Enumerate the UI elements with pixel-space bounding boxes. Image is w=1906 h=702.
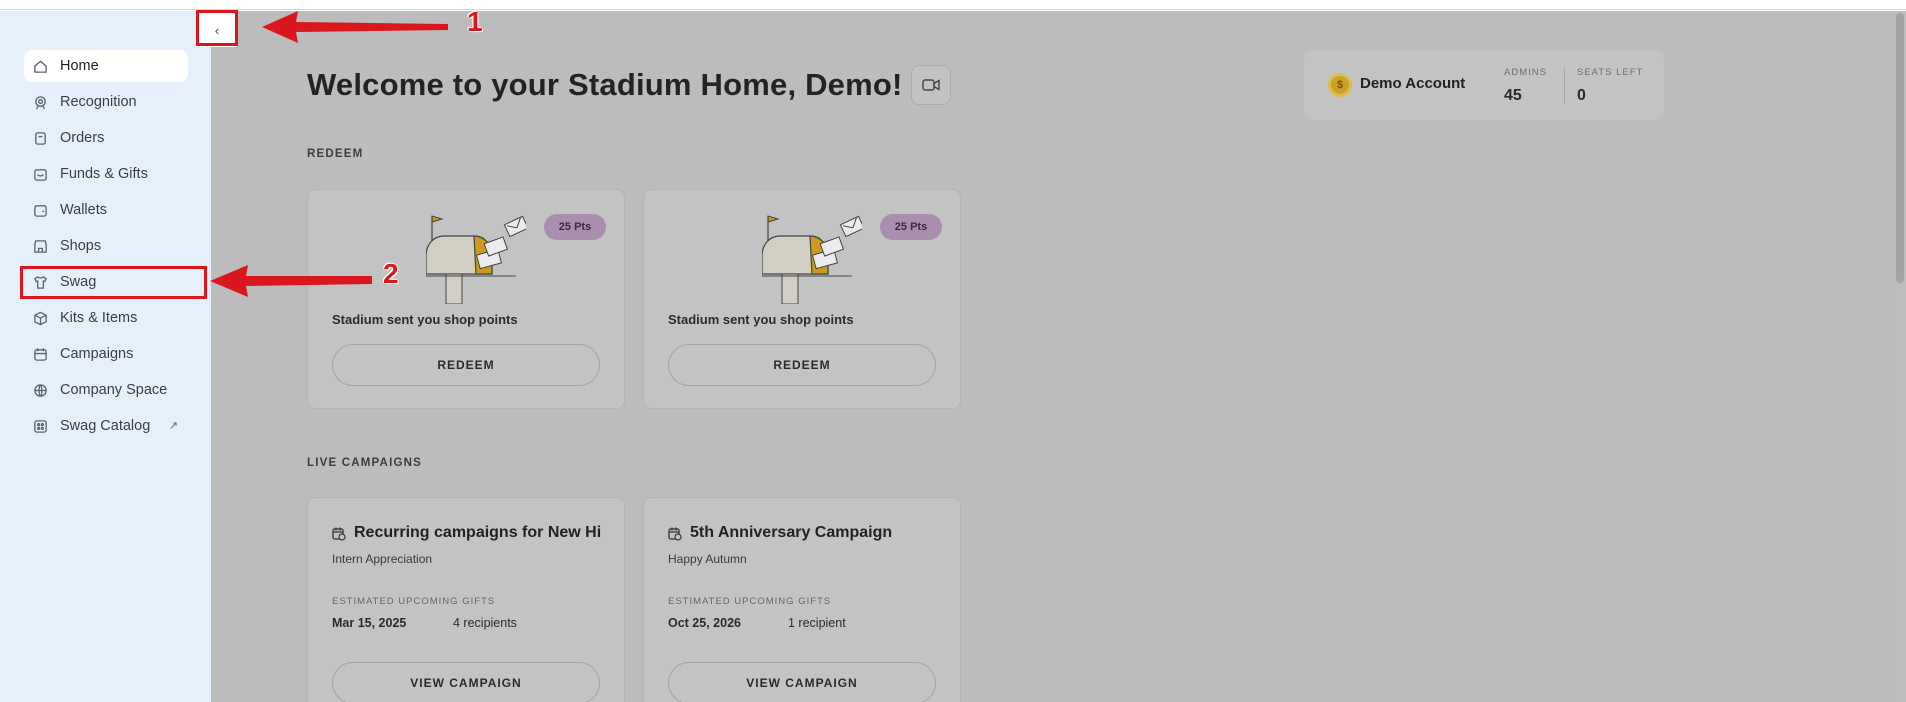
campaign-card: Recurring campaigns for New Hi Intern Ap… xyxy=(307,497,625,702)
sidebar-item-label: Funds & Gifts xyxy=(60,166,148,182)
admins-label: ADMINS xyxy=(1504,67,1547,78)
stat-divider xyxy=(1564,68,1565,104)
sidebar-item-wallets[interactable]: Wallets xyxy=(24,194,188,226)
mailbox-illustration xyxy=(426,215,526,304)
admins-value: 45 xyxy=(1504,87,1522,104)
sidebar-item-label: Swag Catalog xyxy=(60,418,151,434)
annotation-box-1 xyxy=(196,10,238,46)
campaign-subtitle: Happy Autumn xyxy=(668,552,747,566)
annotation-arrow-2 xyxy=(210,265,372,297)
campaign-title: Recurring campaigns for New Hi xyxy=(354,524,602,541)
gift-icon xyxy=(32,166,48,182)
points-badge: 25 Pts xyxy=(544,214,606,240)
sidebar-item-recognition[interactable]: Recognition xyxy=(24,86,188,118)
live-campaigns-section-title: LIVE CAMPAIGNS xyxy=(307,457,422,469)
page-title: Welcome to your Stadium Home, Demo! xyxy=(307,67,903,102)
sidebar-item-campaigns[interactable]: Campaigns xyxy=(24,338,188,370)
recognition-icon xyxy=(32,94,48,110)
upcoming-gifts-label: ESTIMATED UPCOMING GIFTS xyxy=(332,596,496,607)
sidebar-item-label: Orders xyxy=(60,130,105,146)
annotation-number-2: 2 xyxy=(383,258,399,289)
redeem-card: 25 Pts Stadium sent you shop points REDE… xyxy=(643,189,961,409)
sidebar-item-label: Campaigns xyxy=(60,346,134,362)
main-content: Welcome to your Stadium Home, Demo! $ De… xyxy=(211,11,1894,702)
card-message: Stadium sent you shop points xyxy=(668,312,854,327)
campaign-subtitle: Intern Appreciation xyxy=(332,552,433,566)
sidebar-item-company-space[interactable]: Company Space xyxy=(24,374,188,406)
annotation-box-2 xyxy=(20,266,207,299)
redeem-section-title: REDEEM xyxy=(307,148,364,160)
campaign-card: 5th Anniversary Campaign Happy Autumn ES… xyxy=(643,497,961,702)
account-name: Demo Account xyxy=(1360,75,1466,92)
redeem-button[interactable]: REDEEM xyxy=(332,344,600,386)
catalog-icon xyxy=(32,418,48,434)
sidebar-item-label: Recognition xyxy=(60,94,137,110)
sidebar-item-label: Wallets xyxy=(60,202,107,218)
sidebar-item-home[interactable]: Home xyxy=(24,50,188,82)
view-campaign-button[interactable]: VIEW CAMPAIGN xyxy=(668,662,936,702)
upcoming-gifts-label: ESTIMATED UPCOMING GIFTS xyxy=(668,596,832,607)
sidebar-item-shops[interactable]: Shops xyxy=(24,230,188,262)
sidebar-item-kits-items[interactable]: Kits & Items xyxy=(24,302,188,334)
campaign-title: 5th Anniversary Campaign xyxy=(690,524,893,541)
calendar-clock-icon xyxy=(668,527,682,541)
card-message: Stadium sent you shop points xyxy=(332,312,518,327)
recipient-count: 4 recipients xyxy=(453,616,517,630)
external-link-icon: ↗ xyxy=(168,420,178,432)
annotation-number-1: 1 xyxy=(467,6,483,37)
shop-icon xyxy=(32,238,48,254)
sidebar-item-orders[interactable]: Orders xyxy=(24,122,188,154)
gift-date: Oct 25, 2026 xyxy=(668,616,741,630)
sidebar-item-funds-gifts[interactable]: Funds & Gifts xyxy=(24,158,188,190)
account-summary: $ Demo Account ADMINS 45 SEATS LEFT 0 xyxy=(1304,50,1664,120)
sidebar-item-label: Kits & Items xyxy=(60,310,138,326)
redeem-button[interactable]: REDEEM xyxy=(668,344,936,386)
scrollbar-thumb[interactable] xyxy=(1896,13,1904,283)
points-badge: 25 Pts xyxy=(880,214,942,240)
sidebar-item-label: Shops xyxy=(60,238,102,254)
mailbox-illustration xyxy=(762,215,862,304)
box-icon xyxy=(32,310,48,326)
recipient-count: 1 recipient xyxy=(788,616,846,630)
scrollbar[interactable] xyxy=(1894,11,1906,702)
video-button[interactable] xyxy=(911,65,951,105)
annotation-arrow-1 xyxy=(262,11,448,43)
sidebar-item-label: Company Space xyxy=(60,382,168,398)
wallet-icon xyxy=(32,202,48,218)
sidebar-item-label: Home xyxy=(60,58,99,74)
sidebar: Home Recognition Orders Funds & Gifts Wa… xyxy=(0,11,211,702)
seats-left-label: SEATS LEFT xyxy=(1577,67,1644,78)
coin-icon: $ xyxy=(1328,73,1352,97)
orders-icon xyxy=(32,130,48,146)
sidebar-item-swag-catalog[interactable]: Swag Catalog ↗ xyxy=(24,410,188,442)
seats-left-value: 0 xyxy=(1577,87,1586,104)
globe-icon xyxy=(32,382,48,398)
home-icon xyxy=(32,58,48,74)
calendar-clock-icon xyxy=(332,527,346,541)
calendar-icon xyxy=(32,346,48,362)
video-camera-icon xyxy=(922,79,940,91)
gift-date: Mar 15, 2025 xyxy=(332,616,407,630)
view-campaign-button[interactable]: VIEW CAMPAIGN xyxy=(332,662,600,702)
